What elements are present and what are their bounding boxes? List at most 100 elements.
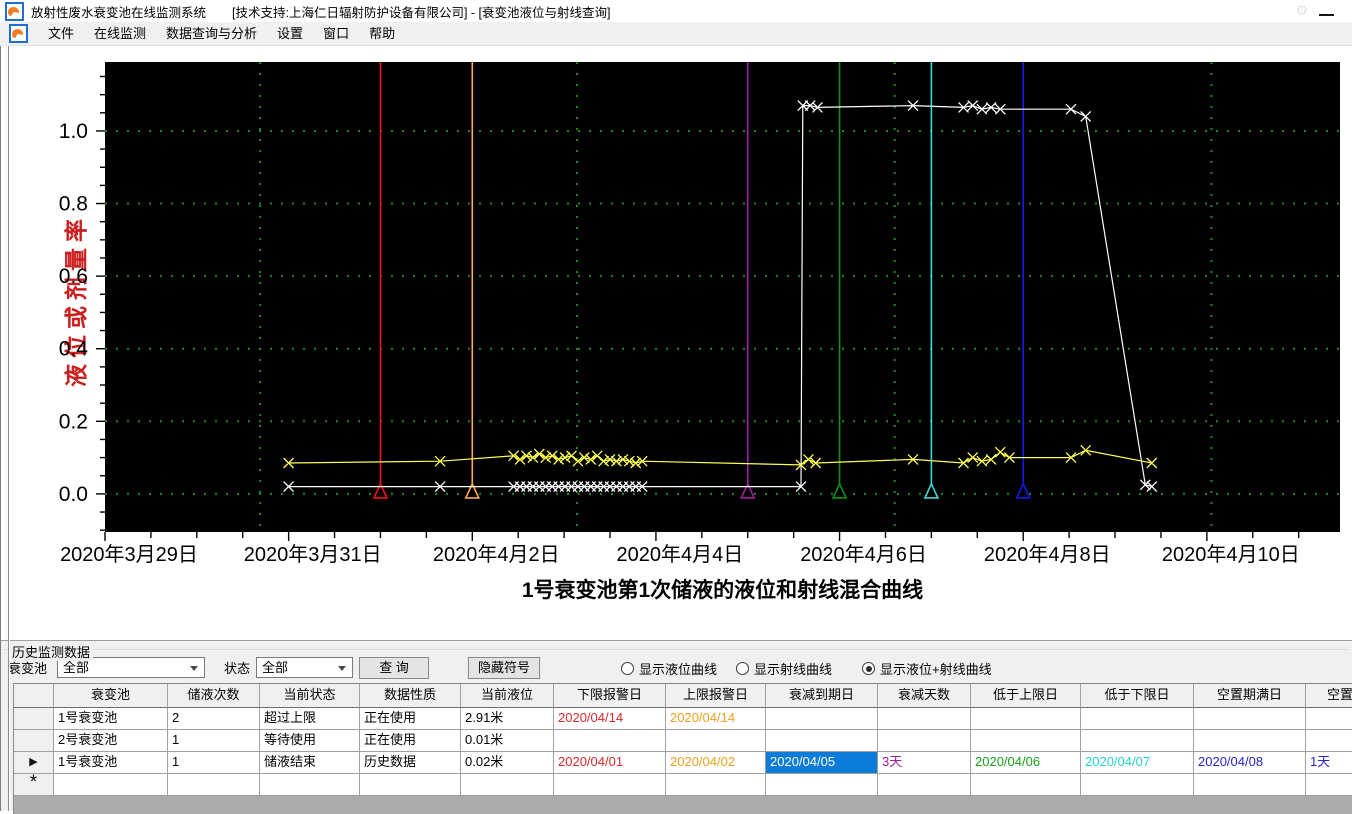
table-cell[interactable]: 储液结束 bbox=[260, 752, 360, 774]
table-cell[interactable] bbox=[766, 774, 878, 796]
column-header[interactable]: 衰变池 bbox=[54, 684, 168, 708]
column-header[interactable]: 当前状态 bbox=[260, 684, 360, 708]
selected-table-cell[interactable]: 2020/04/05 bbox=[766, 752, 878, 774]
minimize-button[interactable] bbox=[1319, 14, 1334, 16]
gear-icon: ⚙ bbox=[1295, 2, 1308, 18]
table-cell[interactable] bbox=[1306, 774, 1352, 796]
table-cell[interactable] bbox=[1194, 730, 1306, 752]
table-cell[interactable]: 正在使用 bbox=[360, 708, 461, 730]
table-cell[interactable] bbox=[971, 774, 1081, 796]
table-cell[interactable] bbox=[1194, 708, 1306, 730]
column-header[interactable]: 数据性质 bbox=[360, 684, 461, 708]
table-cell[interactable]: 2020/04/01 bbox=[554, 752, 666, 774]
menu-window[interactable]: 窗口 bbox=[313, 22, 359, 45]
table-cell[interactable]: 等待使用 bbox=[260, 730, 360, 752]
menu-online-monitoring[interactable]: 在线监测 bbox=[84, 22, 156, 45]
table-cell[interactable] bbox=[1081, 708, 1194, 730]
svg-text:0.4: 0.4 bbox=[59, 338, 89, 361]
table-cell[interactable]: 2020/04/14 bbox=[554, 708, 666, 730]
menu-settings[interactable]: 设置 bbox=[267, 22, 313, 45]
table-cell[interactable]: 2020/04/06 bbox=[971, 752, 1081, 774]
row-selector[interactable] bbox=[14, 730, 54, 752]
table-cell[interactable]: 1 bbox=[168, 752, 260, 774]
table-cell[interactable] bbox=[360, 774, 461, 796]
column-header[interactable]: 当前液位 bbox=[461, 684, 554, 708]
table-cell[interactable]: 0.02米 bbox=[461, 752, 554, 774]
table-cell[interactable] bbox=[1081, 774, 1194, 796]
table-cell[interactable]: 历史数据 bbox=[360, 752, 461, 774]
table-cell[interactable] bbox=[554, 730, 666, 752]
table-cell[interactable] bbox=[971, 708, 1081, 730]
table-row: 2号衰变池 1 等待使用 正在使用 0.01米 bbox=[14, 730, 1352, 752]
radio-label: 显示射线曲线 bbox=[754, 662, 833, 677]
table-cell[interactable] bbox=[971, 730, 1081, 752]
column-header[interactable]: 上限报警日 bbox=[666, 684, 766, 708]
column-header[interactable]: 储液次数 bbox=[168, 684, 260, 708]
menu-file[interactable]: 文件 bbox=[38, 22, 84, 45]
table-cell[interactable]: 2号衰变池 bbox=[54, 730, 168, 752]
table-cell[interactable]: 2.91米 bbox=[461, 708, 554, 730]
child-window-icon bbox=[9, 24, 28, 43]
menu-help[interactable]: 帮助 bbox=[359, 22, 405, 45]
svg-text:2020年3月29日: 2020年3月29日 bbox=[60, 543, 198, 566]
table-cell[interactable] bbox=[1194, 774, 1306, 796]
table-cell[interactable] bbox=[1306, 708, 1352, 730]
row-selector[interactable] bbox=[14, 708, 54, 730]
table-cell[interactable] bbox=[666, 730, 766, 752]
column-header[interactable]: 低于上限日 bbox=[971, 684, 1081, 708]
table-cell[interactable] bbox=[766, 730, 878, 752]
query-button[interactable]: 查 询 bbox=[359, 657, 429, 679]
new-row-indicator[interactable]: * bbox=[14, 774, 54, 796]
table-cell[interactable]: 1 bbox=[168, 730, 260, 752]
chevron-down-icon bbox=[190, 666, 198, 675]
svg-text:2020年3月31日: 2020年3月31日 bbox=[244, 543, 382, 566]
table-cell[interactable]: 1号衰变池 bbox=[54, 708, 168, 730]
table-cell[interactable] bbox=[461, 774, 554, 796]
table-cell[interactable] bbox=[1306, 730, 1352, 752]
column-header[interactable]: 低于下限日 bbox=[1081, 684, 1194, 708]
chart-title: 1号衰变池第1次储液的液位和射线混合曲线 bbox=[522, 578, 923, 602]
radio-show-ray-curve[interactable]: 显示射线曲线 bbox=[736, 659, 832, 678]
svg-text:1.0: 1.0 bbox=[59, 120, 88, 143]
menu-data-query-analysis[interactable]: 数据查询与分析 bbox=[156, 22, 267, 45]
table-cell[interactable]: 2020/04/14 bbox=[666, 708, 766, 730]
table-cell[interactable]: 3天 bbox=[878, 752, 971, 774]
radio-show-level-plus-ray-curve[interactable]: 显示液位+射线曲线 bbox=[862, 659, 992, 678]
radio-circle-icon bbox=[862, 662, 875, 675]
table-cell[interactable] bbox=[666, 774, 766, 796]
column-header[interactable]: 衰减天数 bbox=[878, 684, 971, 708]
radio-show-level-curve[interactable]: 显示液位曲线 bbox=[621, 659, 717, 678]
radio-circle-icon bbox=[621, 662, 634, 675]
column-header[interactable]: 空置期满日 bbox=[1194, 684, 1306, 708]
table-cell[interactable] bbox=[878, 774, 971, 796]
table-cell[interactable] bbox=[554, 774, 666, 796]
table-cell[interactable]: 正在使用 bbox=[360, 730, 461, 752]
window-title-doc: [技术支持:上海仁日辐射防护设备有限公司] - [衰变池液位与射线查询] bbox=[232, 5, 611, 20]
table-cell[interactable]: 1号衰变池 bbox=[54, 752, 168, 774]
table-cell[interactable]: 2020/04/08 bbox=[1194, 752, 1306, 774]
column-header[interactable]: 衰减到期日 bbox=[766, 684, 878, 708]
table-cell[interactable]: 超过上限 bbox=[260, 708, 360, 730]
current-row-indicator[interactable]: ▶ bbox=[14, 752, 54, 774]
column-header[interactable]: 下限报警日 bbox=[554, 684, 666, 708]
hide-symbols-button[interactable]: 隐藏符号 bbox=[468, 657, 540, 679]
grid-empty-area bbox=[14, 796, 1352, 814]
table-cell[interactable]: 2020/04/02 bbox=[666, 752, 766, 774]
pool-filter-value: 全部 bbox=[63, 660, 90, 675]
table-cell[interactable] bbox=[766, 708, 878, 730]
table-cell[interactable]: 2020/04/07 bbox=[1081, 752, 1194, 774]
table-cell[interactable]: 0.01米 bbox=[461, 730, 554, 752]
grid-header-row: 衰变池 储液次数 当前状态 数据性质 当前液位 下限报警日 上限报警日 衰减到期日 衰减天数 低于… bbox=[14, 684, 1352, 708]
table-cell[interactable] bbox=[878, 708, 971, 730]
table-cell[interactable] bbox=[878, 730, 971, 752]
status-filter-select[interactable]: 全部 bbox=[256, 657, 353, 678]
table-cell[interactable]: 1天 bbox=[1306, 752, 1352, 774]
table-cell[interactable] bbox=[54, 774, 168, 796]
column-header[interactable]: 空置天数 bbox=[1306, 684, 1352, 708]
table-cell[interactable]: 2 bbox=[168, 708, 260, 730]
table-cell[interactable] bbox=[260, 774, 360, 796]
table-cell[interactable] bbox=[168, 774, 260, 796]
table-cell[interactable] bbox=[1081, 730, 1194, 752]
panel-title: 历史监测数据 bbox=[9, 642, 94, 661]
table-row: ▶ 1号衰变池 1 储液结束 历史数据 0.02米 2020/04/01 2020/04/02… bbox=[14, 752, 1352, 774]
